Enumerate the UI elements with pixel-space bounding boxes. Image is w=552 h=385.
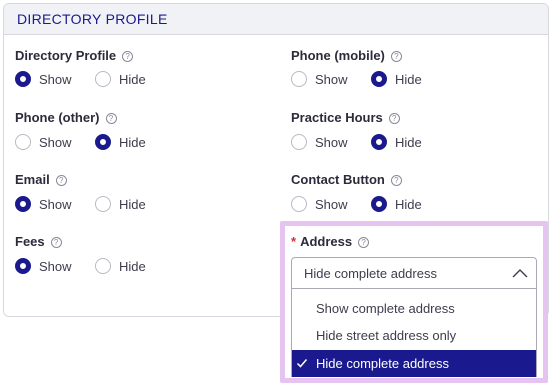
directory-profile-show-radio[interactable] — [15, 71, 31, 87]
contact-button-hide-radio[interactable] — [371, 196, 387, 212]
question-circle-icon[interactable]: ? — [390, 51, 402, 62]
radio-label: Show — [39, 135, 72, 150]
question-circle-icon[interactable]: ? — [50, 237, 62, 248]
field-label: Fees — [15, 234, 45, 249]
question-circle-icon[interactable]: ? — [122, 51, 134, 62]
field-label: Email — [15, 172, 50, 187]
phone-other-show-radio[interactable] — [15, 134, 31, 150]
option-label: Hide complete address — [316, 356, 449, 371]
radio-label: Show — [315, 72, 348, 87]
field-label: Contact Button — [291, 172, 385, 187]
radio-label: Hide — [395, 72, 422, 87]
phone-mobile-hide-radio[interactable] — [371, 71, 387, 87]
directory-profile-hide-radio[interactable] — [95, 71, 111, 87]
address-option-hide-street[interactable]: Hide street address only — [292, 322, 536, 349]
practice-hours-hide-radio[interactable] — [371, 134, 387, 150]
radio-label: Show — [315, 135, 348, 150]
radio-label: Hide — [119, 135, 146, 150]
question-circle-icon[interactable]: ? — [105, 113, 117, 124]
address-option-hide-complete[interactable]: Hide complete address — [292, 350, 536, 377]
radio-label: Hide — [395, 197, 422, 212]
option-label: Show complete address — [316, 301, 455, 316]
fees-hide-radio[interactable] — [95, 258, 111, 274]
panel-header: DIRECTORY PROFILE — [4, 4, 548, 35]
question-circle-icon[interactable]: ? — [358, 237, 370, 248]
chevron-up-icon[interactable] — [511, 265, 529, 281]
radio-label: Show — [39, 259, 72, 274]
field-label: Phone (other) — [15, 110, 100, 125]
field-label: Phone (mobile) — [291, 48, 385, 63]
question-circle-icon[interactable]: ? — [55, 175, 67, 186]
radio-label: Show — [39, 72, 72, 87]
address-select[interactable]: Hide complete address — [291, 257, 537, 289]
contact-button-show-radio[interactable] — [291, 196, 307, 212]
email-hide-radio[interactable] — [95, 196, 111, 212]
email-show-radio[interactable] — [15, 196, 31, 212]
field-label: Directory Profile — [15, 48, 117, 63]
required-marker: * — [291, 234, 297, 249]
address-select-value: Hide complete address — [304, 266, 437, 281]
address-option-show-complete[interactable]: Show complete address — [292, 295, 536, 322]
phone-mobile-show-radio[interactable] — [291, 71, 307, 87]
radio-label: Hide — [119, 197, 146, 212]
field-label: Address — [300, 234, 353, 249]
practice-hours-show-radio[interactable] — [291, 134, 307, 150]
radio-label: Hide — [119, 72, 146, 87]
fees-show-radio[interactable] — [15, 258, 31, 274]
panel-title: DIRECTORY PROFILE — [17, 11, 168, 27]
phone-other-hide-radio[interactable] — [95, 134, 111, 150]
radio-label: Hide — [119, 259, 146, 274]
radio-label: Show — [39, 197, 72, 212]
radio-label: Hide — [395, 135, 422, 150]
address-options-menu: Show complete address Hide street addres… — [291, 289, 537, 377]
question-circle-icon[interactable]: ? — [390, 175, 402, 186]
option-label: Hide street address only — [316, 328, 457, 343]
check-icon — [296, 359, 308, 368]
question-circle-icon[interactable]: ? — [388, 113, 400, 124]
radio-label: Show — [315, 197, 348, 212]
field-label: Practice Hours — [291, 110, 383, 125]
